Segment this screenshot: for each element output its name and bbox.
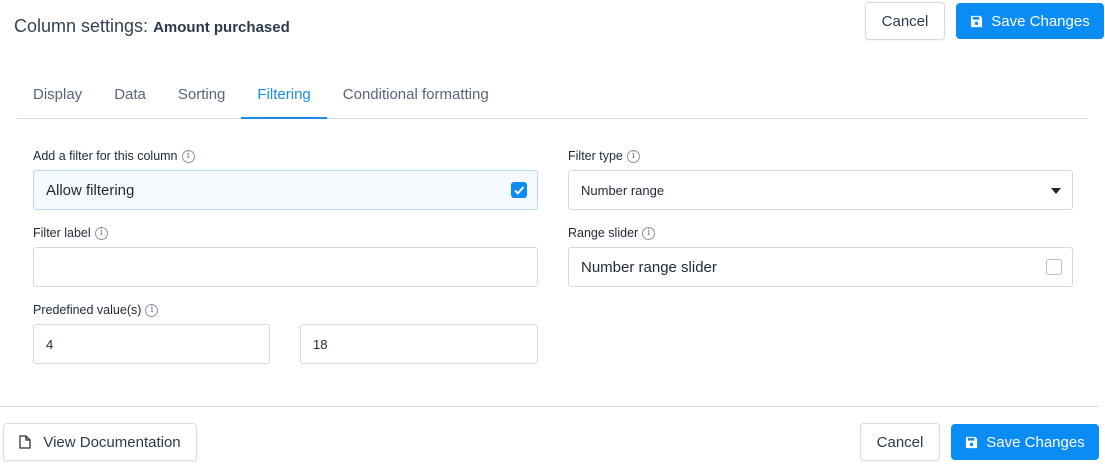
filter-type-select[interactable]: Number range — [568, 170, 1073, 210]
allow-filtering-checkbox[interactable] — [511, 182, 527, 198]
tab-sorting[interactable]: Sorting — [162, 80, 242, 119]
filter-type-value: Number range — [581, 182, 665, 198]
add-filter-label: Add a filter for this column i — [33, 149, 195, 163]
column-name: Amount purchased — [153, 19, 290, 36]
info-icon[interactable]: i — [145, 303, 159, 317]
filter-type-label: Filter type i — [568, 149, 640, 163]
tab-data[interactable]: Data — [98, 80, 162, 119]
check-icon — [514, 186, 525, 195]
range-slider-label-text: Range slider — [568, 226, 639, 240]
footer-cancel-button[interactable]: Cancel — [860, 423, 940, 461]
predefined-min-input[interactable]: 4 — [33, 324, 270, 364]
page-title: Column settings: Amount purchased — [14, 16, 290, 37]
predefined-values-label-text: Predefined value(s) — [33, 303, 142, 317]
add-filter-label-text: Add a filter for this column — [33, 149, 178, 163]
save-label: Save Changes — [991, 12, 1090, 30]
predefined-values-label: Predefined value(s) i — [33, 303, 159, 317]
title-prefix: Column settings: — [14, 16, 149, 36]
footer-divider — [0, 406, 1099, 407]
predefined-max-value: 18 — [313, 336, 328, 352]
docs-label: View Documentation — [43, 433, 181, 451]
info-icon[interactable]: i — [642, 226, 656, 240]
filter-label-text: Filter label — [33, 226, 91, 240]
allow-filtering-checkbox-row[interactable]: Allow filtering — [33, 170, 538, 210]
range-slider-checkbox-row[interactable]: Number range slider — [568, 247, 1073, 287]
cancel-label: Cancel — [876, 433, 924, 451]
tab-display[interactable]: Display — [17, 80, 98, 119]
save-icon — [966, 436, 978, 448]
range-slider-checkbox[interactable] — [1046, 259, 1062, 275]
filter-type-label-text: Filter type — [568, 149, 623, 163]
caret-down-icon — [1051, 188, 1061, 194]
range-slider-option-label: Number range slider — [581, 258, 717, 276]
predefined-max-input[interactable]: 18 — [300, 324, 538, 364]
tab-conditional-formatting[interactable]: Conditional formatting — [327, 80, 505, 119]
view-documentation-button[interactable]: View Documentation — [3, 423, 197, 461]
tab-bar: Display Data Sorting Filtering Condition… — [17, 80, 1088, 119]
range-slider-label: Range slider i — [568, 226, 656, 240]
save-changes-button[interactable]: Save Changes — [956, 3, 1104, 39]
filter-label-input[interactable] — [33, 247, 538, 287]
info-icon[interactable]: i — [94, 226, 108, 240]
info-icon[interactable]: i — [626, 149, 640, 163]
save-label: Save Changes — [986, 433, 1085, 451]
cancel-button[interactable]: Cancel — [865, 2, 945, 40]
footer-save-changes-button[interactable]: Save Changes — [951, 424, 1099, 460]
tab-filtering[interactable]: Filtering — [241, 80, 327, 119]
filter-label-label: Filter label i — [33, 226, 108, 240]
allow-filtering-label: Allow filtering — [46, 181, 135, 199]
info-icon[interactable]: i — [181, 149, 195, 163]
save-icon — [971, 15, 983, 27]
document-icon — [19, 435, 31, 449]
predefined-min-value: 4 — [46, 336, 54, 352]
cancel-label: Cancel — [881, 12, 929, 30]
